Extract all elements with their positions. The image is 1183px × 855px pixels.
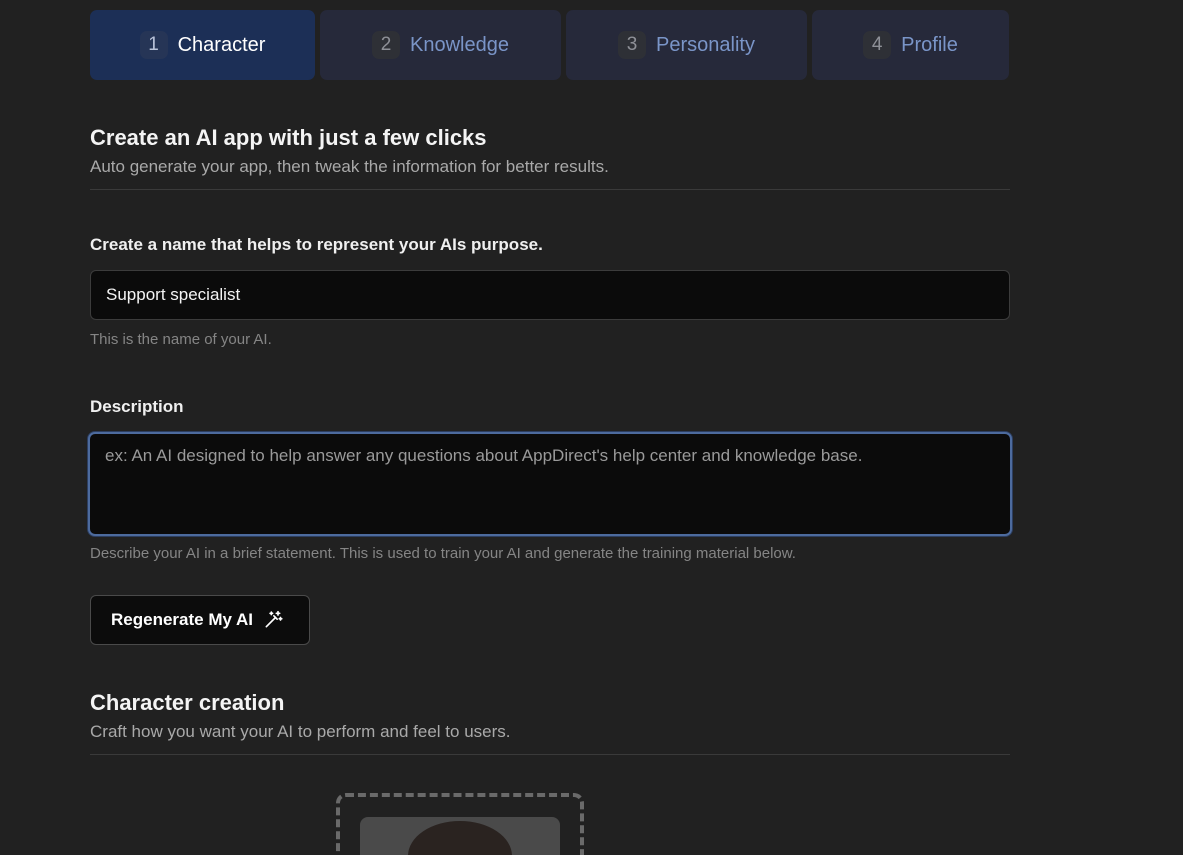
step-profile[interactable]: 4 Profile	[812, 10, 1009, 80]
divider	[90, 754, 1010, 755]
description-field-label: Description	[90, 397, 184, 416]
avatar-upload-dropzone[interactable]	[336, 793, 584, 855]
page: 1 Character 2 Knowledge 3 Personality 4 …	[0, 0, 1183, 855]
intro-section: Create an AI app with just a few clicks …	[90, 124, 1010, 178]
name-field-label: Create a name that helps to represent yo…	[90, 235, 543, 254]
step-number: 4	[863, 31, 892, 59]
step-number: 2	[372, 31, 401, 59]
description-textarea[interactable]	[88, 432, 1012, 536]
section-title: Character creation	[90, 690, 285, 715]
main-content: 1 Character 2 Knowledge 3 Personality 4 …	[88, 10, 1012, 755]
step-label: Character	[177, 33, 266, 56]
name-help-text: This is the name of your AI.	[90, 331, 272, 348]
step-knowledge[interactable]: 2 Knowledge	[320, 10, 561, 80]
name-input[interactable]	[90, 270, 1010, 320]
step-label: Knowledge	[410, 33, 509, 56]
regenerate-button[interactable]: Regenerate My AI	[90, 595, 310, 645]
divider	[90, 189, 1010, 190]
wizard-steps: 1 Character 2 Knowledge 3 Personality 4 …	[90, 10, 1010, 80]
avatar-hair-shape	[408, 821, 512, 855]
magic-wand-icon	[263, 610, 283, 630]
section-subtitle: Craft how you want your AI to perform an…	[90, 722, 511, 741]
step-number: 1	[139, 31, 168, 59]
step-character[interactable]: 1 Character	[90, 10, 315, 80]
step-label: Profile	[901, 33, 958, 56]
step-personality[interactable]: 3 Personality	[566, 10, 807, 80]
section-title: Create an AI app with just a few clicks	[90, 125, 487, 150]
section-subtitle: Auto generate your app, then tweak the i…	[90, 157, 609, 176]
step-number: 3	[618, 31, 647, 59]
step-label: Personality	[656, 33, 755, 56]
avatar-image	[360, 817, 560, 855]
regenerate-button-label: Regenerate My AI	[111, 610, 254, 629]
character-creation-section: Character creation Craft how you want yo…	[90, 689, 1010, 743]
description-help-text: Describe your AI in a brief statement. T…	[90, 545, 796, 562]
